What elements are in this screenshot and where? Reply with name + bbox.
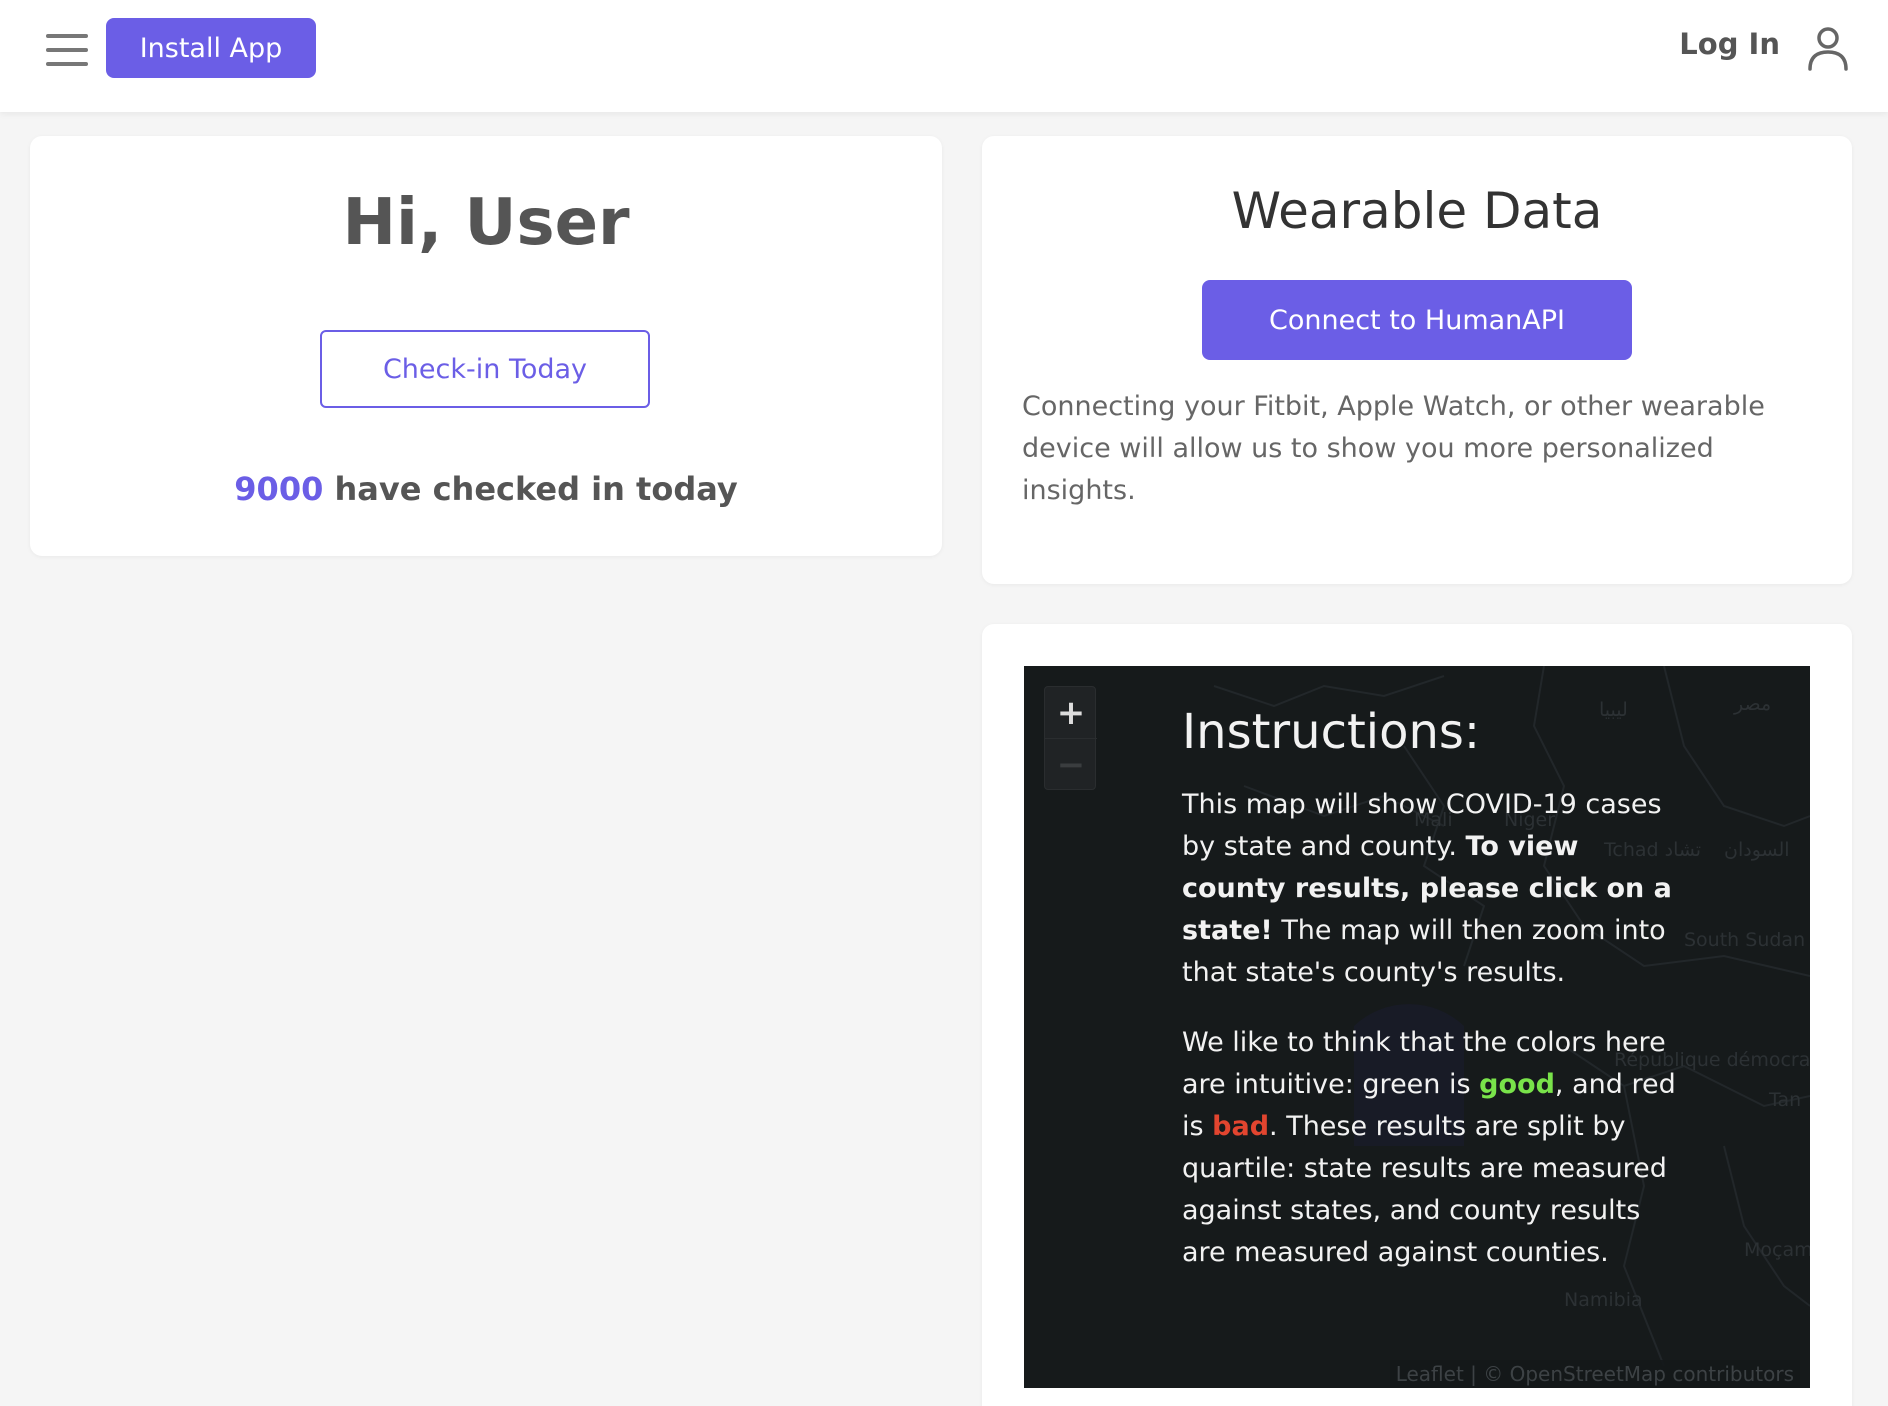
connect-humanapi-button[interactable]: Connect to HumanAPI <box>1202 280 1632 360</box>
install-app-button[interactable]: Install App <box>106 18 316 78</box>
checked-in-count-text: 9000 have checked in today <box>30 470 942 508</box>
check-in-button[interactable]: Check-in Today <box>320 330 650 408</box>
instructions-title: Instructions: <box>1182 704 1481 760</box>
checked-in-count: 9000 <box>234 470 324 508</box>
zoom-control: + − <box>1044 686 1097 791</box>
map-attribution: Leaflet | © OpenStreetMap contributors <box>1389 1360 1800 1388</box>
hamburger-menu-icon[interactable] <box>46 34 88 66</box>
top-bar: Install App Log In <box>0 0 1888 112</box>
greeting-title: Hi, User <box>342 186 630 260</box>
wearable-data-card: Wearable Data Connect to HumanAPI Connec… <box>982 136 1852 584</box>
wearable-title: Wearable Data <box>1231 182 1603 240</box>
user-icon[interactable] <box>1804 24 1852 72</box>
wearable-description: Connecting your Fitbit, Apple Watch, or … <box>1022 391 1765 506</box>
map-label-mozambique: Moçam <box>1744 1239 1810 1261</box>
map-card: ليبيا مصر Mali Niger Tchad تشاد السودان … <box>982 624 1852 1406</box>
bad-label: bad <box>1212 1111 1270 1142</box>
instructions-panel: Instructions: This map will show COVID-1… <box>1182 704 1682 1302</box>
good-label: good <box>1479 1069 1555 1100</box>
openstreetmap-link[interactable]: OpenStreetMap <box>1510 1362 1666 1386</box>
map-label-south-sudan: South Sudan <box>1684 929 1805 951</box>
instructions-paragraph-2: We like to think that the colors here ar… <box>1182 1027 1676 1268</box>
greeting-card: Hi, User Check-in Today 9000 have checke… <box>30 136 942 556</box>
checked-in-suffix: have checked in today <box>334 470 738 508</box>
zoom-out-button[interactable]: − <box>1045 739 1097 791</box>
map-label-sudan: السودان <box>1724 839 1790 861</box>
covid-map[interactable]: ليبيا مصر Mali Niger Tchad تشاد السودان … <box>1024 666 1810 1388</box>
log-in-link[interactable]: Log In <box>1679 24 1780 64</box>
map-label-egypt: مصر <box>1733 693 1771 715</box>
zoom-in-button[interactable]: + <box>1045 687 1097 739</box>
instructions-paragraph-1: This map will show COVID-19 cases by sta… <box>1182 789 1672 988</box>
leaflet-link[interactable]: Leaflet <box>1396 1362 1464 1386</box>
map-label-tanzania: Tan <box>1768 1089 1801 1111</box>
